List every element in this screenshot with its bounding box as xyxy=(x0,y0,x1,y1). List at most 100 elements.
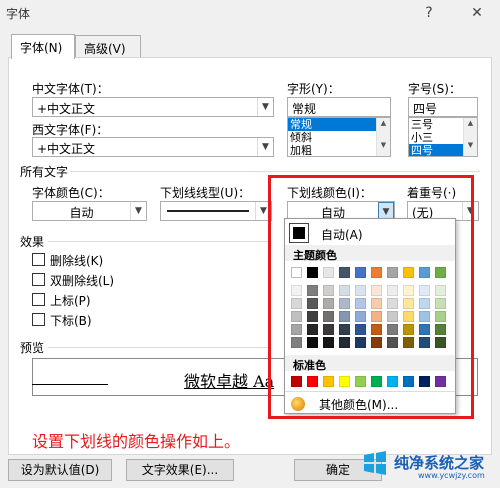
underline-style-combo[interactable]: ▼ xyxy=(160,201,272,221)
color-swatch[interactable] xyxy=(403,324,414,335)
color-swatch[interactable] xyxy=(339,298,350,309)
color-swatch[interactable] xyxy=(323,311,334,322)
color-swatch[interactable] xyxy=(307,267,318,278)
chinese-font-combo[interactable]: +中文正文 ▼ xyxy=(32,97,274,117)
western-font-combo[interactable]: +中文正文 ▼ xyxy=(32,137,274,157)
color-swatch[interactable] xyxy=(387,337,398,348)
color-swatch[interactable] xyxy=(435,298,446,309)
color-swatch[interactable] xyxy=(307,324,318,335)
list-item[interactable]: 常规 xyxy=(288,118,390,131)
color-swatch[interactable] xyxy=(339,267,350,278)
chevron-down-icon: ▼ xyxy=(255,202,271,220)
font-size-input[interactable]: 四号 xyxy=(408,97,478,117)
list-item[interactable]: 倾斜 xyxy=(288,131,390,144)
color-swatch[interactable] xyxy=(435,337,446,348)
color-swatch[interactable] xyxy=(371,267,382,278)
double-strikethrough-checkbox[interactable] xyxy=(32,273,45,286)
font-color-combo[interactable]: 自动 ▼ xyxy=(32,201,147,221)
color-swatch[interactable] xyxy=(291,376,302,387)
western-font-value: +中文正文 xyxy=(37,142,96,156)
text-effects-button[interactable]: 文字效果(E)... xyxy=(126,459,234,481)
color-swatch[interactable] xyxy=(419,285,430,296)
color-swatch[interactable] xyxy=(291,285,302,296)
font-style-value: 常规 xyxy=(292,102,317,116)
color-swatch[interactable] xyxy=(435,376,446,387)
color-swatch[interactable] xyxy=(403,267,414,278)
color-swatch[interactable] xyxy=(403,376,414,387)
divider xyxy=(48,347,268,348)
auto-color-option[interactable]: 自动(A) xyxy=(321,226,363,243)
color-swatch[interactable] xyxy=(323,285,334,296)
color-swatch[interactable] xyxy=(291,267,302,278)
scrollbar[interactable]: ▲ ▼ xyxy=(376,118,390,156)
color-swatch[interactable] xyxy=(307,298,318,309)
font-size-list[interactable]: 三号 小三 四号 ▲ ▼ xyxy=(408,117,478,157)
subscript-checkbox[interactable] xyxy=(32,313,45,326)
color-swatch[interactable] xyxy=(419,311,430,322)
color-swatch[interactable] xyxy=(419,298,430,309)
color-swatch[interactable] xyxy=(403,337,414,348)
color-swatch[interactable] xyxy=(355,267,366,278)
tab-advanced[interactable]: 高级(V) xyxy=(75,35,141,59)
color-swatch[interactable] xyxy=(387,267,398,278)
color-swatch[interactable] xyxy=(435,285,446,296)
color-swatch[interactable] xyxy=(323,267,334,278)
color-swatch[interactable] xyxy=(307,285,318,296)
color-swatch[interactable] xyxy=(355,298,366,309)
color-swatch[interactable] xyxy=(307,311,318,322)
tab-font[interactable]: 字体(N) xyxy=(11,34,75,59)
strikethrough-checkbox[interactable] xyxy=(32,253,45,266)
font-style-list[interactable]: 常规 倾斜 加粗 ▲ ▼ xyxy=(287,117,391,157)
color-swatch[interactable] xyxy=(355,311,366,322)
color-swatch[interactable] xyxy=(307,376,318,387)
color-swatch[interactable] xyxy=(371,337,382,348)
color-swatch[interactable] xyxy=(355,337,366,348)
color-swatch[interactable] xyxy=(339,337,350,348)
color-swatch[interactable] xyxy=(355,285,366,296)
color-swatch[interactable] xyxy=(419,267,430,278)
more-colors-option[interactable]: 其他颜色(M)... xyxy=(319,396,398,413)
color-swatch[interactable] xyxy=(435,324,446,335)
list-item[interactable]: 加粗 xyxy=(288,144,390,156)
color-swatch[interactable] xyxy=(419,337,430,348)
color-swatch[interactable] xyxy=(387,311,398,322)
color-swatch[interactable] xyxy=(371,285,382,296)
color-swatch[interactable] xyxy=(387,285,398,296)
color-swatch[interactable] xyxy=(419,376,430,387)
color-swatch[interactable] xyxy=(323,298,334,309)
color-swatch[interactable] xyxy=(291,337,302,348)
color-swatch[interactable] xyxy=(387,376,398,387)
color-swatch[interactable] xyxy=(339,285,350,296)
color-swatch[interactable] xyxy=(323,376,334,387)
font-style-input[interactable]: 常规 xyxy=(287,97,391,117)
color-swatch[interactable] xyxy=(371,324,382,335)
color-swatch[interactable] xyxy=(435,267,446,278)
color-swatch[interactable] xyxy=(403,311,414,322)
auto-color-swatch-frame[interactable] xyxy=(289,223,309,243)
color-swatch[interactable] xyxy=(371,298,382,309)
color-swatch[interactable] xyxy=(371,376,382,387)
close-button[interactable]: ✕ xyxy=(466,3,488,23)
color-swatch[interactable] xyxy=(435,311,446,322)
set-default-button[interactable]: 设为默认值(D) xyxy=(8,459,112,481)
color-swatch[interactable] xyxy=(371,311,382,322)
scrollbar[interactable]: ▲ ▼ xyxy=(463,118,477,156)
color-swatch[interactable] xyxy=(387,298,398,309)
color-swatch[interactable] xyxy=(323,324,334,335)
superscript-checkbox[interactable] xyxy=(32,293,45,306)
color-swatch[interactable] xyxy=(291,298,302,309)
color-swatch[interactable] xyxy=(339,376,350,387)
color-swatch[interactable] xyxy=(355,376,366,387)
color-swatch[interactable] xyxy=(339,324,350,335)
color-swatch[interactable] xyxy=(387,324,398,335)
color-swatch[interactable] xyxy=(323,337,334,348)
color-swatch[interactable] xyxy=(419,324,430,335)
color-swatch[interactable] xyxy=(355,324,366,335)
help-button[interactable]: ? xyxy=(418,3,440,23)
color-swatch[interactable] xyxy=(403,285,414,296)
color-swatch[interactable] xyxy=(291,324,302,335)
color-swatch[interactable] xyxy=(339,311,350,322)
color-swatch[interactable] xyxy=(291,311,302,322)
color-swatch[interactable] xyxy=(307,337,318,348)
color-swatch[interactable] xyxy=(403,298,414,309)
